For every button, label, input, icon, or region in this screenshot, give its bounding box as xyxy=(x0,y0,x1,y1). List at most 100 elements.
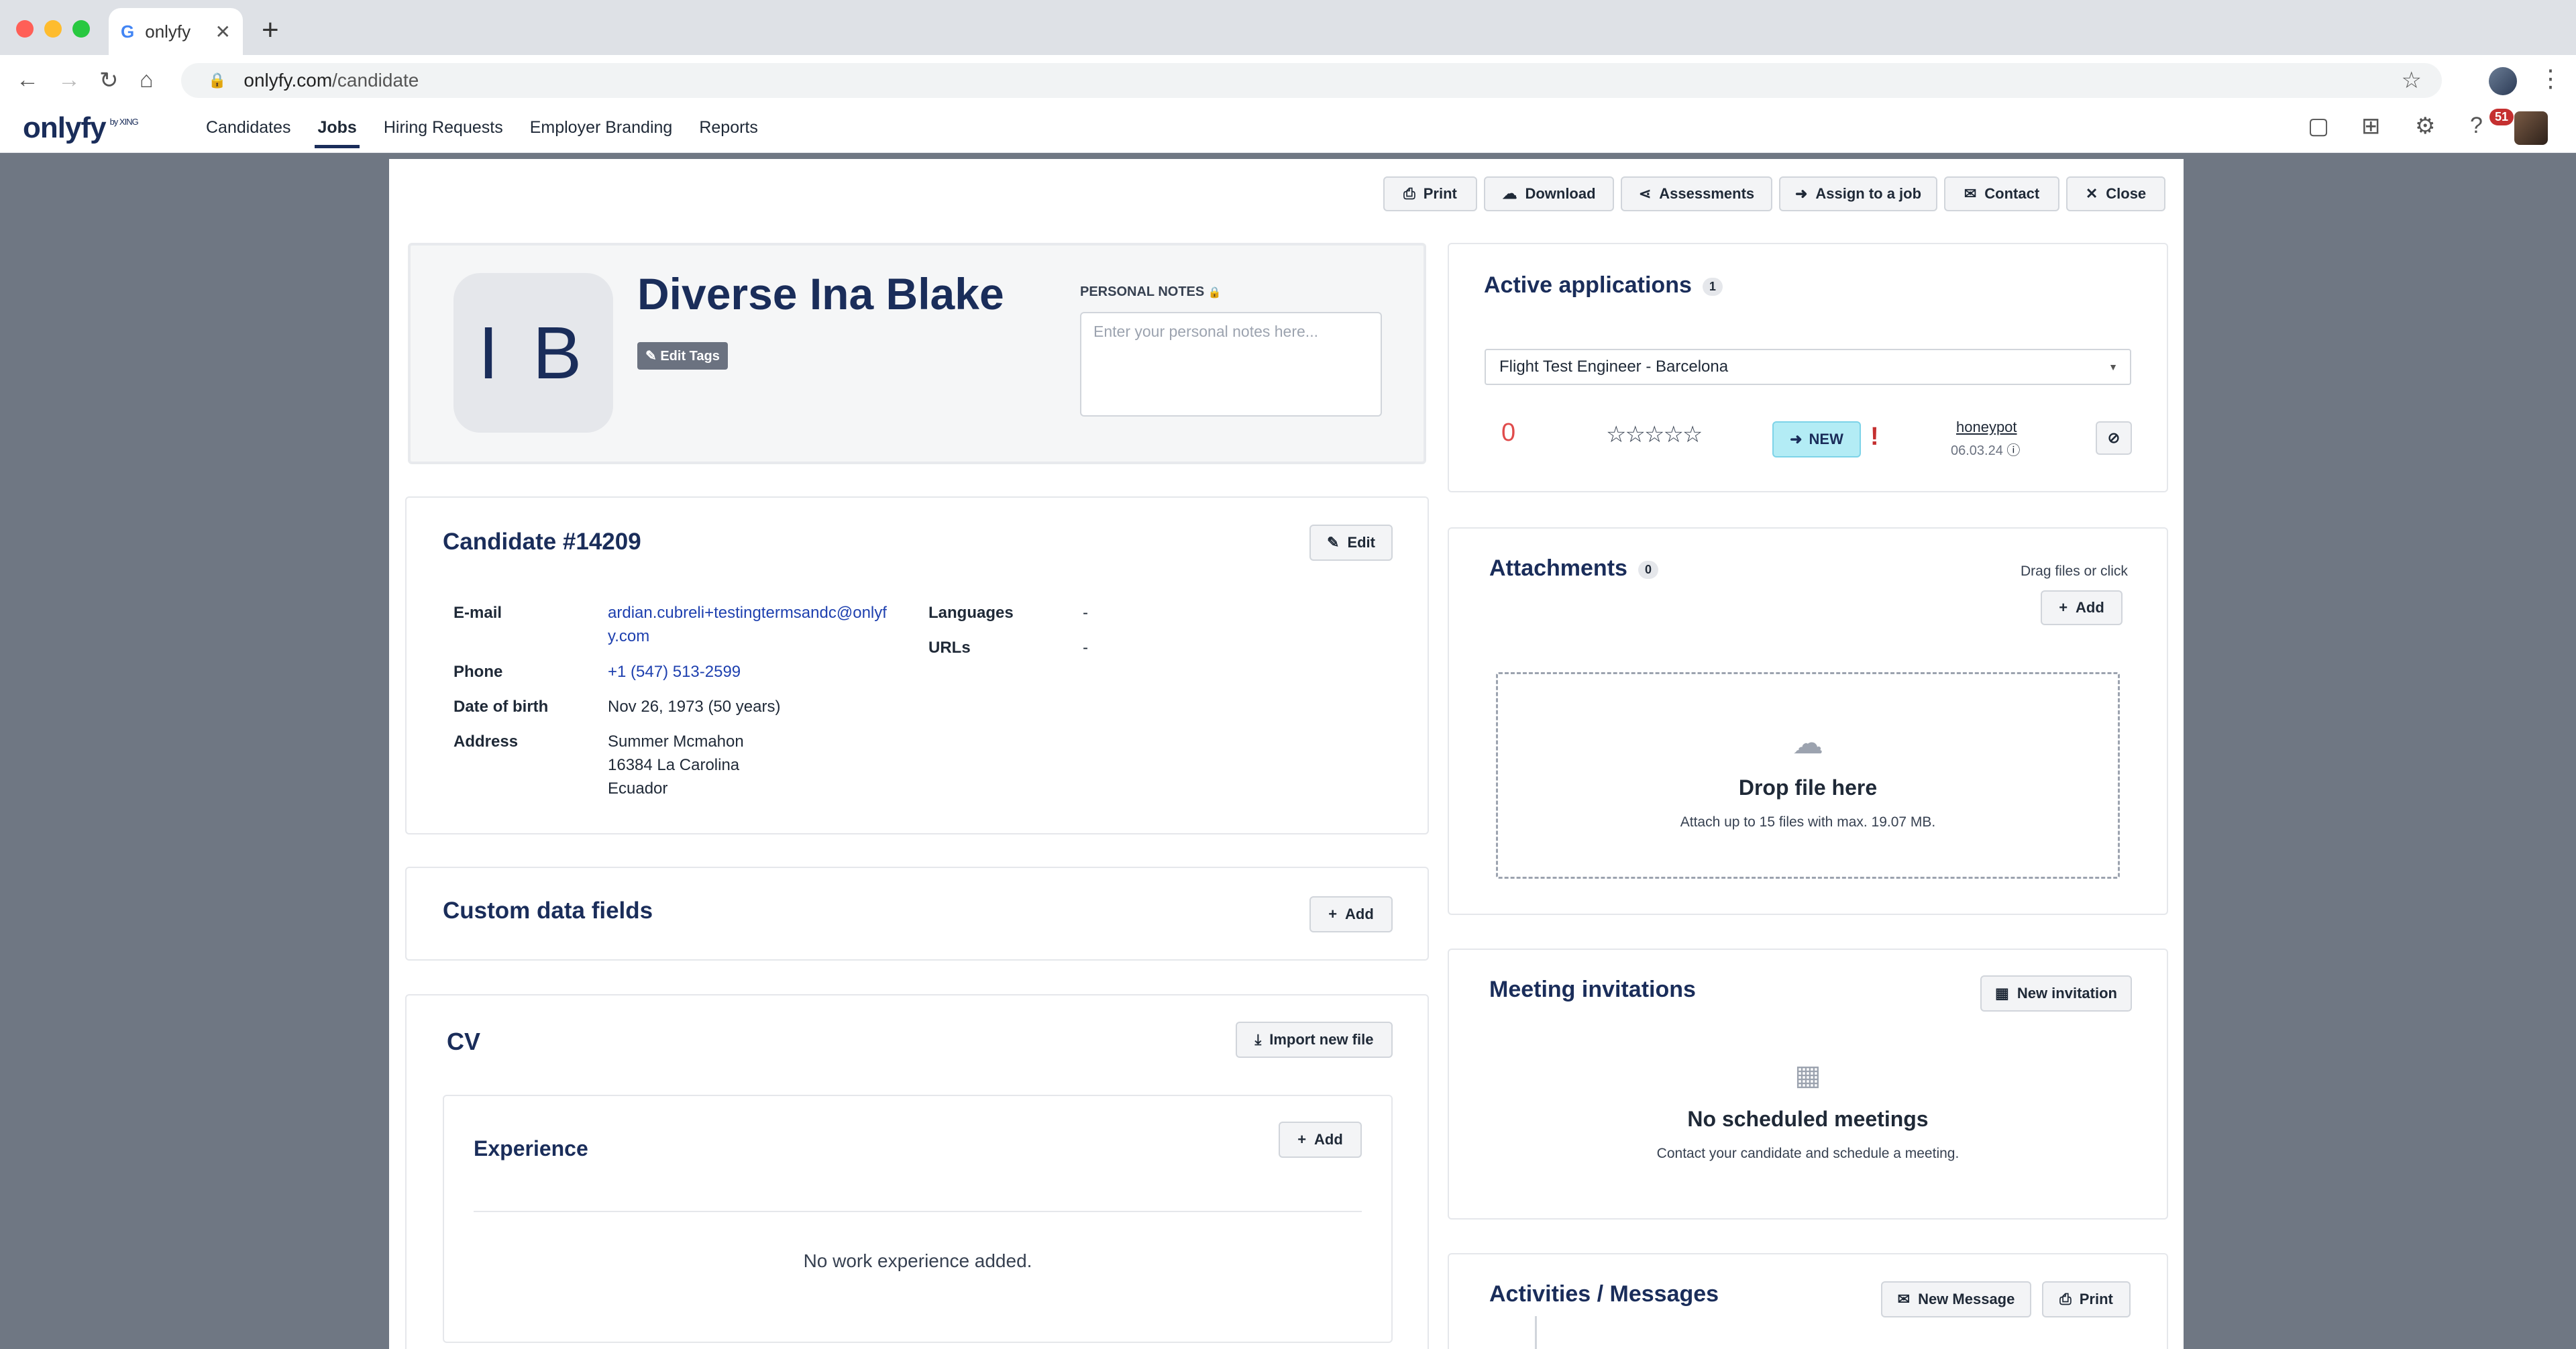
close-label: Close xyxy=(2106,185,2147,202)
download-button[interactable]: ☁ Download xyxy=(1484,176,1614,211)
add-attachment-label: Add xyxy=(2076,599,2104,616)
selected-job: Flight Test Engineer - Barcelona xyxy=(1499,358,1729,376)
print-activities-button[interactable]: ⎙ Print xyxy=(2042,1281,2131,1317)
status-new-button[interactable]: ➜ NEW xyxy=(1772,421,1861,457)
tab-title: onlyfy xyxy=(145,21,191,42)
printer-icon: ⎙ xyxy=(1403,185,1415,202)
email-value[interactable]: ardian.cubreli+testingtermsandc@onlyf y.… xyxy=(608,601,887,648)
job-select-dropdown[interactable]: Flight Test Engineer - Barcelona ▼ xyxy=(1485,349,2131,385)
browser-menu-icon[interactable]: ⋮ xyxy=(2538,64,2563,93)
nav-hiring-requests[interactable]: Hiring Requests xyxy=(384,118,503,148)
close-icon: ✕ xyxy=(2085,185,2098,202)
browser-profile-avatar[interactable] xyxy=(2489,67,2517,95)
pencil-icon: ✎ xyxy=(1327,534,1340,551)
phone-label: Phone xyxy=(453,663,503,681)
candidate-initials-avatar: I B xyxy=(453,273,613,433)
no-meetings-subtitle: Contact your candidate and schedule a me… xyxy=(1656,1146,1960,1161)
nav-employer-branding[interactable]: Employer Branding xyxy=(530,118,673,148)
email-line-1: ardian.cubreli+testingtermsandc@onlyf xyxy=(608,604,887,622)
urls-label: URLs xyxy=(928,639,971,657)
import-cv-button[interactable]: ⤓ Import new file xyxy=(1236,1022,1393,1058)
calendar-empty-icon: ▦ xyxy=(1794,1059,1821,1091)
nav-candidates[interactable]: Candidates xyxy=(206,118,290,148)
edit-tags-label: Edit Tags xyxy=(660,349,720,364)
lock-icon: 🔒 xyxy=(208,72,227,89)
forward-icon[interactable]: → xyxy=(58,67,80,93)
edit-tags-icon: ✎ xyxy=(645,349,661,364)
new-invitation-button[interactable]: ▦ New invitation xyxy=(1980,975,2132,1012)
help-icon[interactable]: ? xyxy=(2470,113,2483,139)
chevron-down-icon: ▼ xyxy=(2108,362,2118,372)
assign-label: Assign to a job xyxy=(1815,185,1922,202)
user-avatar[interactable] xyxy=(2514,111,2548,145)
new-invitation-label: New invitation xyxy=(2017,985,2117,1002)
assessments-button[interactable]: ⋖ Assessments xyxy=(1621,176,1772,211)
candidate-title: Candidate #14209 xyxy=(443,529,641,555)
cv-title: CV xyxy=(447,1028,481,1055)
address-bar[interactable]: 🔒 onlyfy.com/candidate ☆ xyxy=(181,63,2442,98)
languages-value: - xyxy=(1083,604,1088,622)
email-line-2: y.com xyxy=(608,627,650,645)
share-icon: ⋖ xyxy=(1638,185,1652,202)
active-applications-title: Active applications 1 xyxy=(1484,272,1723,299)
dob-label: Date of birth xyxy=(453,698,549,716)
add-attachment-button[interactable]: + Add xyxy=(2041,590,2123,625)
add-custom-field-button[interactable]: + Add xyxy=(1309,896,1393,932)
attachments-title: Attachments 0 xyxy=(1489,555,1658,582)
chat-icon[interactable]: ▢ xyxy=(2308,113,2329,140)
browser-tab[interactable]: G onlyfy ✕ xyxy=(109,8,243,55)
notes-lock-icon: 🔒 xyxy=(1208,287,1222,299)
add-experience-button[interactable]: + Add xyxy=(1279,1122,1362,1158)
edit-candidate-button[interactable]: ✎ Edit xyxy=(1309,525,1393,561)
address-line-1: Summer Mcmahon xyxy=(608,733,744,751)
edit-tags-button[interactable]: ✎ Edit Tags xyxy=(637,342,728,370)
envelope-icon: ✉ xyxy=(1897,1291,1911,1307)
close-button[interactable]: ✕ Close xyxy=(2066,176,2165,211)
cloud-upload-icon: ☁ xyxy=(1792,725,1823,760)
contact-button[interactable]: ✉ Contact xyxy=(1944,176,2059,211)
nav-jobs[interactable]: Jobs xyxy=(315,118,360,148)
print-button[interactable]: ⎙ Print xyxy=(1383,176,1477,211)
reject-application-button[interactable]: ⊘ xyxy=(2096,421,2132,455)
drop-file-title: Drop file here xyxy=(1738,775,1878,800)
arrow-right-icon: ➜ xyxy=(1794,185,1808,202)
personal-notes-textarea[interactable]: Enter your personal notes here... xyxy=(1080,312,1382,417)
home-icon[interactable]: ⌂ xyxy=(140,67,154,93)
application-source-link[interactable]: honeypot xyxy=(1956,419,2017,436)
dob-value: Nov 26, 1973 (50 years) xyxy=(608,698,781,716)
plus-icon: + xyxy=(1297,1131,1307,1148)
star-rating[interactable]: ☆☆☆☆☆ xyxy=(1606,421,1703,448)
nav-reports[interactable]: Reports xyxy=(699,118,758,148)
print-activities-label: Print xyxy=(2079,1291,2113,1307)
window-minimize-dot[interactable] xyxy=(44,20,62,38)
applications-count-badge: 1 xyxy=(1702,277,1723,296)
import-label: Import new file xyxy=(1269,1031,1374,1048)
address-label: Address xyxy=(453,733,519,751)
ban-icon: ⊘ xyxy=(2107,429,2121,446)
window-close-dot[interactable] xyxy=(16,20,34,38)
tab-close-icon[interactable]: ✕ xyxy=(215,21,231,43)
logo-text: onlyfy xyxy=(23,111,107,144)
settings-gear-icon[interactable]: ⚙ xyxy=(2415,113,2435,140)
reload-icon[interactable]: ↻ xyxy=(99,67,119,94)
attachments-count-badge: 0 xyxy=(1638,560,1658,579)
phone-value[interactable]: +1 (547) 513-2599 xyxy=(608,660,741,684)
new-tab-icon[interactable]: + xyxy=(262,13,279,47)
info-icon[interactable]: ⓘ xyxy=(2006,443,2020,458)
window-zoom-dot[interactable] xyxy=(72,20,90,38)
back-icon[interactable]: ← xyxy=(16,67,39,93)
attachments-label: Attachments xyxy=(1489,555,1627,581)
address-line-2: 16384 La Carolina xyxy=(608,756,740,774)
url-path: /candidate xyxy=(332,70,419,91)
activities-title: Activities / Messages xyxy=(1489,1281,1719,1307)
app-header: onlyfy by XING Candidates Jobs Hiring Req… xyxy=(0,106,2576,153)
bookmark-star-icon[interactable]: ☆ xyxy=(2402,67,2422,94)
plus-icon: + xyxy=(2059,599,2068,616)
active-applications-label: Active applications xyxy=(1484,272,1692,298)
contact-label: Contact xyxy=(1984,185,2040,202)
onlyfy-logo[interactable]: onlyfy by XING xyxy=(23,111,139,145)
assign-to-job-button[interactable]: ➜ Assign to a job xyxy=(1779,176,1937,211)
new-message-button[interactable]: ✉ New Message xyxy=(1881,1281,2031,1317)
personal-notes-label-text: PERSONAL NOTES xyxy=(1080,284,1205,299)
apps-grid-icon[interactable]: ⊞ xyxy=(2361,113,2381,140)
